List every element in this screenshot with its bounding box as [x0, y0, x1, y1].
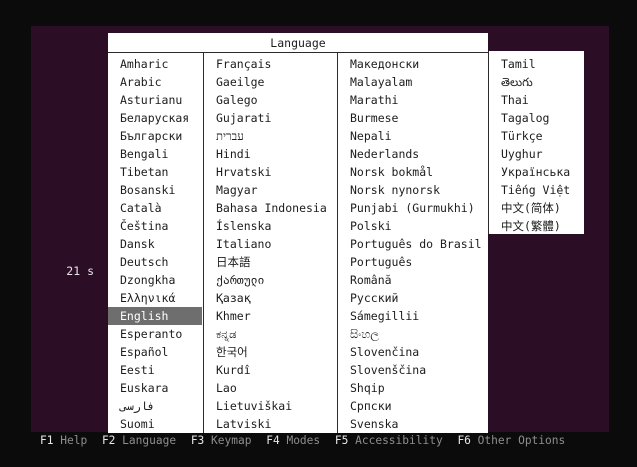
- language-option[interactable]: Български: [108, 127, 202, 145]
- language-option[interactable]: 日本語: [204, 253, 337, 271]
- language-option[interactable]: Português: [338, 253, 488, 271]
- language-option[interactable]: Српски: [338, 397, 488, 415]
- language-option[interactable]: ಕನ್ನಡ: [204, 325, 337, 343]
- other-options-key[interactable]: F6 Other Options: [457, 434, 565, 447]
- language-dialog: Language Amharic Arabic Asturianu Беларуска…: [108, 33, 488, 433]
- language-option[interactable]: Malayalam: [338, 73, 488, 91]
- language-option[interactable]: ქართული: [204, 271, 337, 289]
- language-key[interactable]: F2 Language: [102, 434, 176, 447]
- language-option[interactable]: Sámegillii: [338, 307, 488, 325]
- language-option[interactable]: Íslenska: [204, 217, 337, 235]
- language-option[interactable]: Bengali: [108, 145, 202, 163]
- language-option[interactable]: Eesti: [108, 361, 202, 379]
- function-key-bar: F1 Help F2 Language F3 Keymap F4 Modes F…: [40, 431, 600, 451]
- language-option[interactable]: Nederlands: [338, 145, 488, 163]
- language-option[interactable]: Tiếng Việt: [489, 181, 584, 199]
- language-option[interactable]: Bosanski: [108, 181, 202, 199]
- language-option[interactable]: Shqip: [338, 379, 488, 397]
- boot-countdown: 21 s: [66, 264, 94, 278]
- language-option[interactable]: Français: [204, 55, 337, 73]
- language-option[interactable]: Português do Brasil: [338, 235, 488, 253]
- language-option[interactable]: Українська: [489, 163, 584, 181]
- language-option[interactable]: Arabic: [108, 73, 202, 91]
- language-option[interactable]: Română: [338, 271, 488, 289]
- language-option[interactable]: Hindi: [204, 145, 337, 163]
- language-option[interactable]: Bahasa Indonesia: [204, 199, 337, 217]
- language-option[interactable]: Magyar: [204, 181, 337, 199]
- language-option[interactable]: Uyghur: [489, 145, 584, 163]
- language-option[interactable]: Tagalog: [489, 109, 584, 127]
- language-option[interactable]: Dansk: [108, 235, 202, 253]
- language-option[interactable]: Norsk nynorsk: [338, 181, 488, 199]
- language-option[interactable]: 中文(简体): [489, 199, 584, 217]
- language-option[interactable]: Gaeilge: [204, 73, 337, 91]
- help-key[interactable]: F1 Help: [40, 434, 87, 447]
- language-option[interactable]: සිංහල: [338, 325, 488, 343]
- language-option[interactable]: Ελληνικά: [108, 289, 202, 307]
- language-option[interactable]: Khmer: [204, 307, 337, 325]
- accessibility-key[interactable]: F5 Accessibility: [335, 434, 443, 447]
- language-option[interactable]: Tamil: [489, 55, 584, 73]
- language-option[interactable]: Türkçe: [489, 127, 584, 145]
- language-option[interactable]: Polski: [338, 217, 488, 235]
- language-option[interactable]: Русский: [338, 289, 488, 307]
- language-column-2: Français Gaeilge Galego Gujarati עברית Hindi H…: [203, 53, 337, 433]
- language-option[interactable]: Esperanto: [108, 325, 202, 343]
- language-option[interactable]: Punjabi (Gurmukhi): [338, 199, 488, 217]
- language-option[interactable]: עברית: [204, 127, 337, 145]
- language-option[interactable]: Galego: [204, 91, 337, 109]
- language-option[interactable]: فارسی: [108, 397, 202, 415]
- language-option[interactable]: 中文(繁體): [489, 217, 584, 235]
- language-option[interactable]: Қазақ: [204, 289, 337, 307]
- language-option[interactable]: Deutsch: [108, 253, 202, 271]
- language-option[interactable]: English: [108, 307, 202, 325]
- language-option[interactable]: Asturianu: [108, 91, 202, 109]
- language-option[interactable]: Gujarati: [204, 109, 337, 127]
- language-option[interactable]: Slovenščina: [338, 361, 488, 379]
- language-option[interactable]: Македонски: [338, 55, 488, 73]
- language-option[interactable]: Italiano: [204, 235, 337, 253]
- language-column-3: Македонски Malayalam Marathi Burmese Nepali N…: [337, 53, 488, 433]
- language-option[interactable]: Hrvatski: [204, 163, 337, 181]
- language-option[interactable]: Burmese: [338, 109, 488, 127]
- language-option[interactable]: 한국어: [204, 343, 337, 361]
- language-option[interactable]: Nepali: [338, 127, 488, 145]
- language-option[interactable]: Tibetan: [108, 163, 202, 181]
- keymap-key[interactable]: F3 Keymap: [191, 434, 252, 447]
- language-column-4: Tamil తెలుగు Thai Tagalog Türkçe Uyghur Україн…: [488, 51, 584, 234]
- language-option[interactable]: Lao: [204, 379, 337, 397]
- language-option[interactable]: Norsk bokmål: [338, 163, 488, 181]
- dialog-title: Language: [108, 33, 488, 53]
- language-option[interactable]: Kurdî: [204, 361, 337, 379]
- language-option[interactable]: Marathi: [338, 91, 488, 109]
- modes-key[interactable]: F4 Modes: [266, 434, 320, 447]
- language-option[interactable]: Català: [108, 199, 202, 217]
- language-option[interactable]: Euskara: [108, 379, 202, 397]
- language-option[interactable]: Español: [108, 343, 202, 361]
- language-option[interactable]: Lietuviškai: [204, 397, 337, 415]
- language-option[interactable]: Amharic: [108, 55, 202, 73]
- language-option[interactable]: Dzongkha: [108, 271, 202, 289]
- language-option[interactable]: Беларуская: [108, 109, 202, 127]
- language-option[interactable]: తెలుగు: [489, 73, 584, 91]
- language-option[interactable]: Thai: [489, 91, 584, 109]
- language-column-1: Amharic Arabic Asturianu Беларуская Българск…: [108, 53, 202, 433]
- language-option[interactable]: Čeština: [108, 217, 202, 235]
- language-option[interactable]: Slovenčina: [338, 343, 488, 361]
